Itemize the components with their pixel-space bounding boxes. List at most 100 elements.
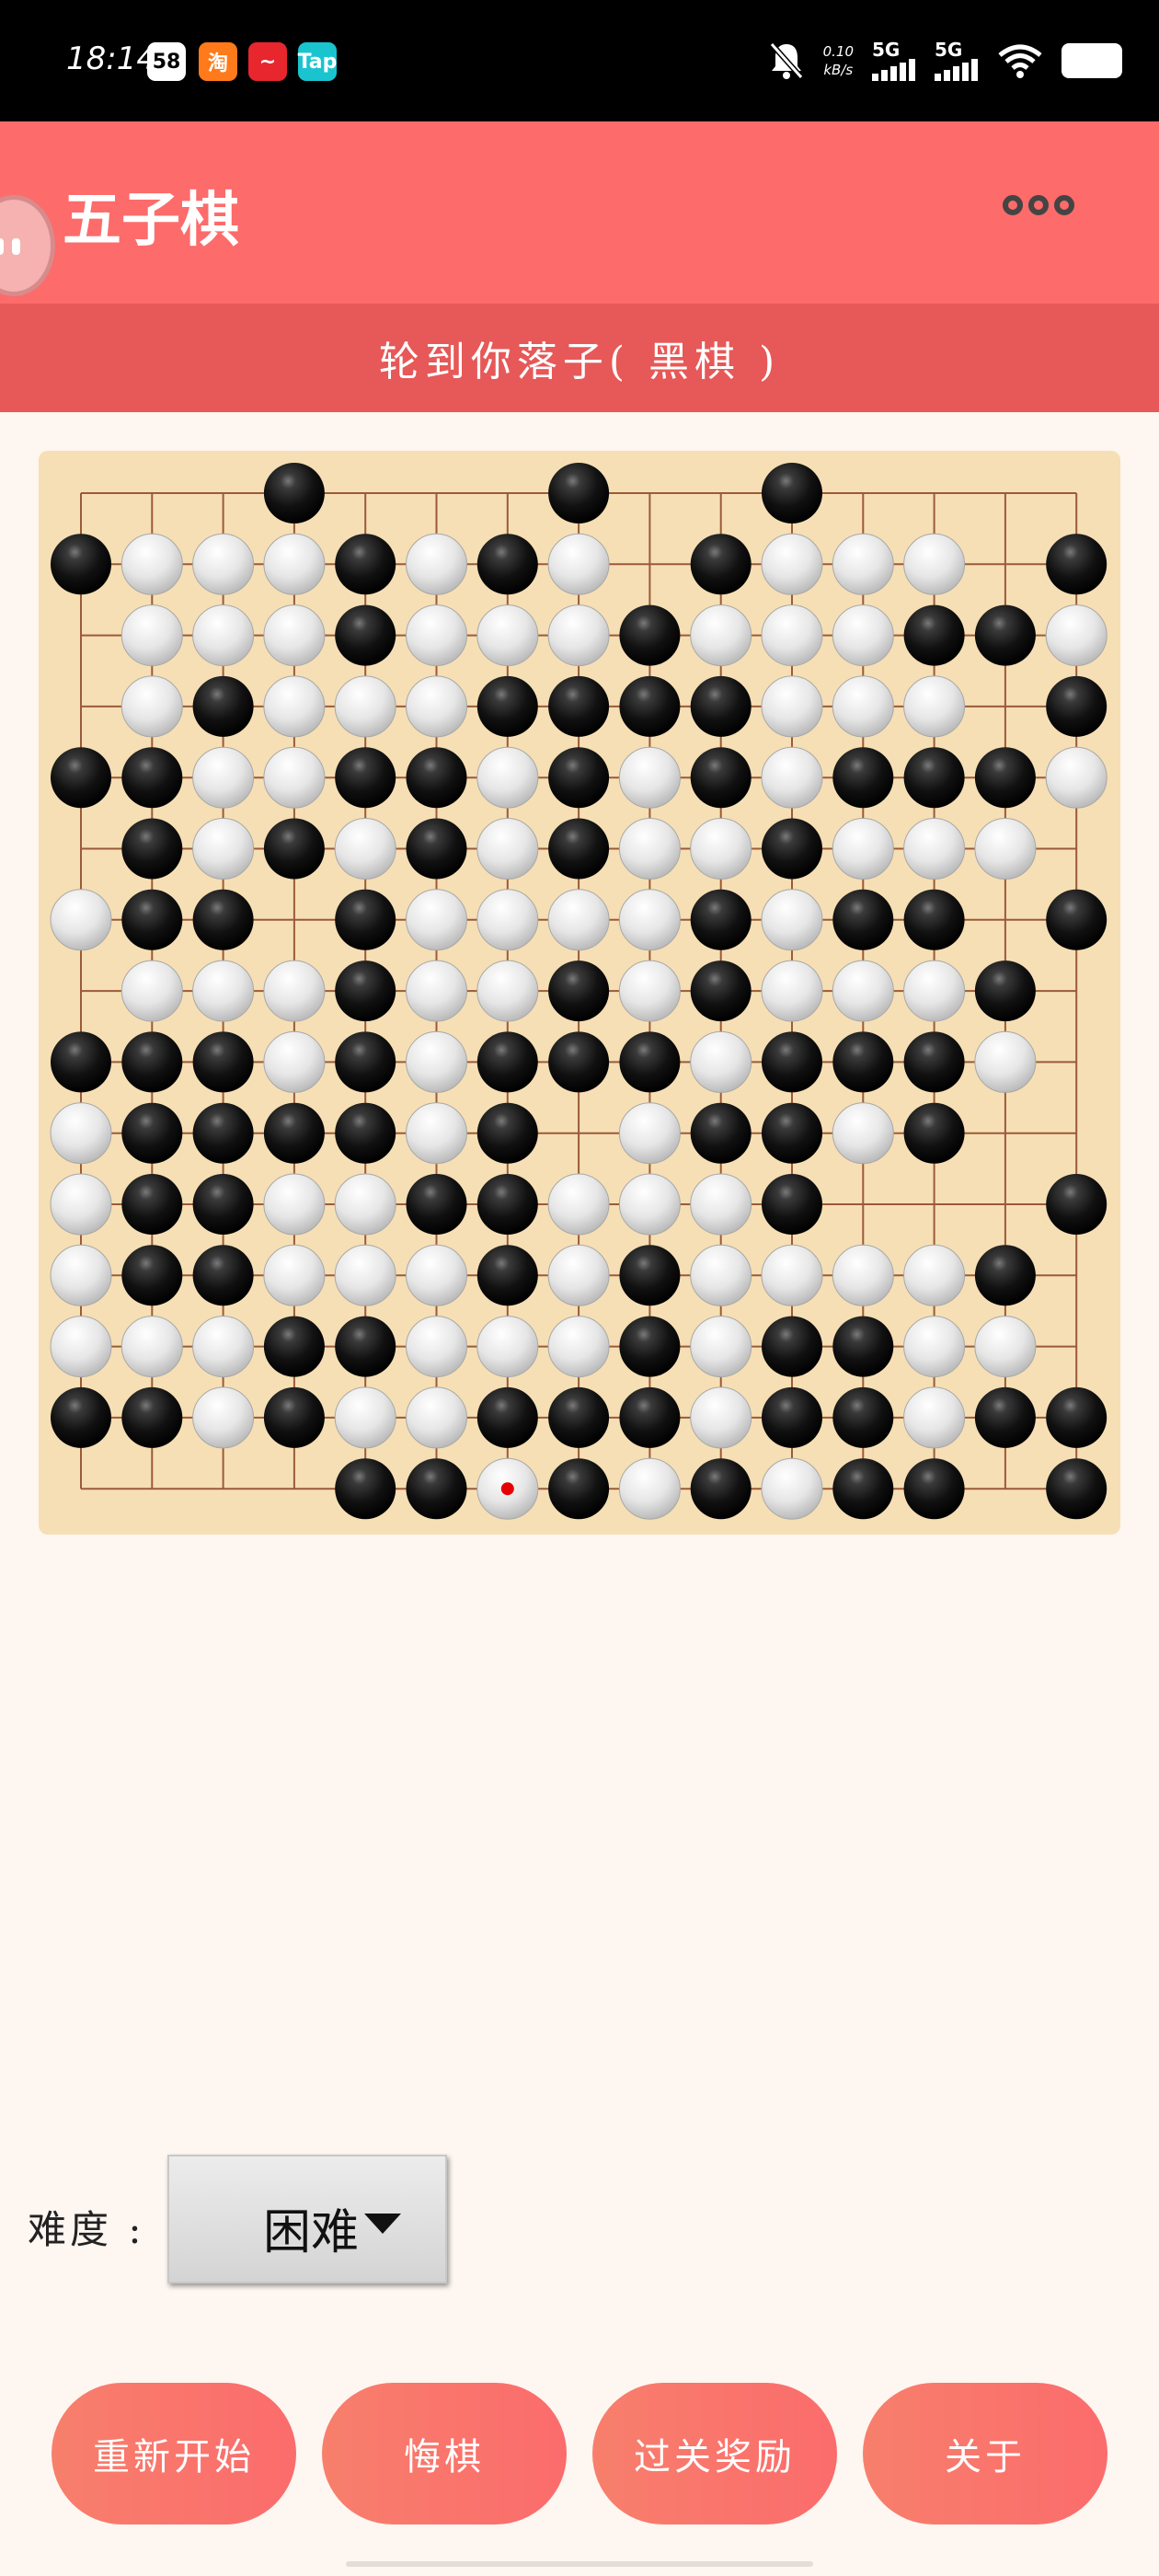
black-stone [762, 1031, 822, 1093]
black-stone [476, 1174, 538, 1235]
more-options-button[interactable] [1003, 195, 1074, 215]
white-stone [903, 1244, 966, 1306]
black-stone [690, 747, 752, 809]
gomoku-board[interactable] [39, 451, 1120, 1535]
status-bar: 18:14 58 淘 ~ Tap 0.10 kB/s 5G 5G [0, 0, 1159, 121]
wifi-icon [998, 44, 1042, 78]
white-stone [618, 1102, 681, 1165]
white-stone [120, 960, 183, 1022]
black-stone [619, 1316, 681, 1377]
avatar-eye-right [12, 238, 20, 255]
status-right: 0.10 kB/s 5G 5G [768, 37, 1122, 85]
white-stone [476, 746, 539, 809]
black-stone [548, 960, 610, 1022]
black-stone [548, 818, 610, 880]
white-stone [406, 1244, 467, 1306]
black-stone [548, 747, 610, 809]
white-stone [618, 889, 681, 951]
black-stone [619, 1245, 681, 1306]
black-stone [548, 1386, 610, 1448]
home-indicator[interactable] [346, 2561, 813, 2567]
white-stone [547, 1316, 610, 1378]
level-reward-button[interactable]: 过关奖励 [592, 2383, 837, 2524]
black-stone [121, 1245, 183, 1306]
white-stone [761, 533, 823, 595]
black-stone [335, 747, 396, 809]
white-stone [832, 533, 894, 595]
undo-button[interactable]: 悔棋 [322, 2383, 567, 2524]
app-title: 五子棋 [63, 186, 239, 255]
black-stone [263, 1386, 325, 1448]
black-stone [1046, 1174, 1107, 1235]
floating-avatar-icon[interactable] [0, 195, 55, 296]
white-stone [832, 960, 894, 1022]
black-stone [476, 1245, 538, 1306]
turn-indicator: 轮到你落子( 黑棋 ) [0, 304, 1159, 412]
app-58-icon: 58 [147, 42, 186, 81]
black-stone [335, 1316, 396, 1377]
black-stone [974, 1245, 1036, 1306]
restart-button[interactable]: 重新开始 [52, 2383, 296, 2524]
white-stone [476, 818, 539, 880]
white-stone [406, 960, 467, 1022]
black-stone [903, 604, 965, 666]
black-stone [832, 1316, 894, 1377]
black-stone [974, 604, 1036, 666]
white-stone [690, 604, 752, 667]
white-stone [406, 1386, 467, 1449]
white-stone [120, 675, 183, 738]
signal-2: 5G [935, 40, 979, 81]
black-stone [192, 1031, 254, 1093]
black-stone [548, 1031, 610, 1093]
black-stone [832, 889, 894, 950]
black-stone [690, 1458, 752, 1520]
white-stone [263, 960, 326, 1022]
board-canvas[interactable] [39, 451, 1120, 1535]
black-stone [121, 1386, 183, 1448]
about-button[interactable]: 关于 [863, 2383, 1107, 2524]
black-stone [335, 1458, 396, 1520]
app-pinduoduo-label: ~ [258, 50, 277, 74]
black-stone [406, 747, 467, 809]
white-stone [406, 675, 467, 738]
difficulty-select[interactable]: 困难 [167, 2155, 447, 2283]
black-stone [974, 1386, 1036, 1448]
black-stone [263, 463, 325, 523]
app-taptap-label: Tap [297, 50, 338, 74]
black-stone [619, 675, 681, 737]
white-stone [690, 1244, 752, 1306]
net-speed-unit: kB/s [823, 62, 854, 78]
black-stone [263, 1102, 325, 1164]
white-stone [832, 818, 894, 880]
black-stone [974, 960, 1036, 1022]
white-stone [618, 1457, 681, 1520]
black-stone [903, 1102, 965, 1164]
black-stone [832, 1386, 894, 1448]
white-stone [761, 604, 823, 667]
white-stone [618, 960, 681, 1022]
black-stone [476, 534, 538, 595]
black-stone [335, 1102, 396, 1164]
white-stone [334, 1173, 396, 1236]
black-stone [121, 1102, 183, 1164]
white-stone [263, 604, 326, 667]
white-stone [618, 818, 681, 880]
white-stone [1045, 746, 1107, 809]
avatar-eye-left [0, 238, 4, 255]
white-stone [192, 1386, 255, 1449]
black-stone [548, 463, 610, 523]
black-stone [832, 1458, 894, 1520]
white-stone [476, 1316, 539, 1378]
white-stone [192, 746, 255, 809]
black-stone [335, 960, 396, 1022]
black-stone [192, 1174, 254, 1235]
black-stone [192, 1102, 254, 1164]
white-stone [476, 604, 539, 667]
white-stone [50, 1244, 112, 1306]
white-stone [690, 1386, 752, 1449]
white-stone [974, 1030, 1037, 1093]
white-stone [50, 1173, 112, 1236]
white-stone [263, 746, 326, 809]
white-stone [832, 1102, 894, 1165]
black-stone [406, 818, 467, 880]
